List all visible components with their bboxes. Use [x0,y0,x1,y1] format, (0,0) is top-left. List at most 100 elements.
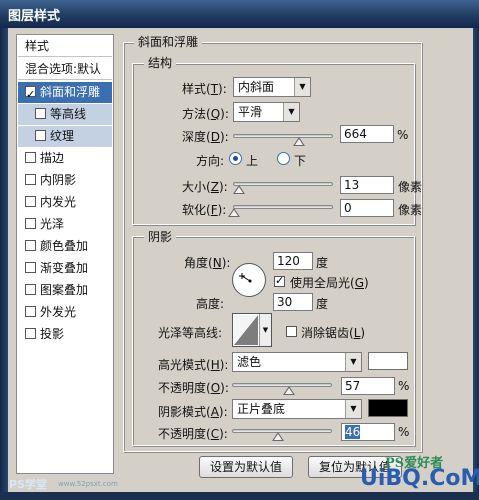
angle-unit: 度 [316,256,329,270]
watermark-url: www.52psxt.com [58,480,118,488]
highlight-opacity-slider-thumb[interactable] [282,386,295,395]
soften-input[interactable]: 0 [340,199,394,217]
contour-checkbox[interactable] [35,108,46,119]
technique-select[interactable]: 平滑 ▼ [233,102,300,122]
technique-value: 平滑 [238,105,263,119]
layer-style-dialog: 样式 混合选项:默认 斜面和浮雕 等高线 纹理 描边 内阴影 内发光 光泽 颜色… [8,28,473,492]
shadow-mode-accesskey: A [210,405,219,419]
size-slider[interactable] [232,182,333,194]
shadow-opacity-value: 46 [345,425,361,439]
sidebar-item-label: 内发光 [40,195,77,209]
direction-up-radio[interactable] [229,152,242,165]
chevron-down-icon[interactable]: ▼ [345,400,361,418]
global-light-accesskey: G [354,276,365,290]
highlight-opacity-label-text: 不透明度 [158,381,207,395]
chevron-down-icon[interactable]: ▼ [283,103,299,121]
sidebar-item-inner-glow[interactable]: 内发光 [18,192,112,213]
anti-alias-label: 消除锯齿(L) [301,326,366,340]
gradient-overlay-checkbox[interactable] [25,262,36,273]
shadow-opacity-slider[interactable] [232,429,332,441]
shadow-opacity-slider-thumb[interactable] [272,432,285,441]
texture-checkbox[interactable] [35,130,46,141]
shadow-opacity-label-text: 不透明度 [158,427,207,441]
shadow-mode-select[interactable]: 正片叠底 ▼ [232,399,362,419]
chevron-down-icon[interactable]: ▼ [345,353,361,371]
shadow-opacity-accesskey: C [210,427,220,441]
window-title: 图层样式 [8,9,61,24]
depth-slider-thumb[interactable] [292,137,305,146]
soften-accesskey: F [210,203,218,217]
technique-label-text: 方法 [182,107,207,121]
inner-glow-checkbox[interactable] [25,196,36,207]
highlight-mode-select[interactable]: 滤色 ▼ [232,352,362,372]
blending-options-item[interactable]: 混合选项:默认 [18,59,112,80]
depth-unit: % [397,128,409,142]
angle-input[interactable]: 120 [273,252,313,270]
drop-shadow-checkbox[interactable] [25,328,36,339]
sidebar-item-drop-shadow[interactable]: 投影 [18,324,112,345]
global-light-checkbox[interactable] [274,274,285,287]
soften-label: 软化(F): [182,203,227,217]
gloss-contour-picker[interactable]: ▼ [232,313,272,347]
depth-input[interactable]: 664 [340,125,394,143]
size-slider-thumb[interactable] [232,185,245,194]
window-border-right [473,28,479,500]
shadow-mode-value: 正片叠底 [237,402,286,416]
global-light-label-text: 使用全局光 [290,276,351,290]
technique-label: 方法(Q): [182,107,229,121]
style-accesskey: T [210,82,219,96]
sidebar-item-stroke[interactable]: 描边 [18,148,112,169]
angle-dial[interactable] [232,263,266,297]
sidebar-item-gradient-overlay[interactable]: 渐变叠加 [18,258,112,279]
direction-up-label: 上 [246,154,259,168]
color-overlay-checkbox[interactable] [25,240,36,251]
soften-label-text: 软化 [182,203,207,217]
angle-dial-crosshair-icon [239,273,252,283]
altitude-label: 高度: [196,297,225,311]
sidebar-item-inner-shadow[interactable]: 内阴影 [18,170,112,191]
soften-unit: 像素 [398,203,423,217]
altitude-unit: 度 [316,297,329,311]
highlight-opacity-unit: % [398,379,410,393]
anti-alias-label-text: 消除锯齿 [301,326,350,340]
highlight-opacity-input[interactable]: 57 [341,377,395,395]
sidebar-item-bevel-emboss[interactable]: 斜面和浮雕 [18,82,112,105]
styles-list-header[interactable]: 样式 [18,36,112,57]
sidebar-item-texture[interactable]: 纹理 [18,126,112,147]
make-default-button[interactable]: 设置为默认值 [199,456,293,478]
sidebar-item-contour[interactable]: 等高线 [18,104,112,125]
highlight-opacity-label: 不透明度(O): [158,381,229,395]
sidebar-item-outer-glow[interactable]: 外发光 [18,302,112,323]
soften-slider[interactable] [228,205,333,217]
sidebar-item-satin[interactable]: 光泽 [18,214,112,235]
inner-shadow-checkbox[interactable] [25,174,36,185]
gloss-contour-label: 光泽等高线: [158,326,223,340]
depth-label-text: 深度 [182,130,207,144]
style-select[interactable]: 内斜面 ▼ [233,77,311,97]
shadow-opacity-input[interactable]: 46 [341,423,395,441]
highlight-color-swatch[interactable] [368,352,408,370]
bevel-emboss-checkbox[interactable] [25,84,36,105]
shadow-mode-label: 阴影模式(A): [158,405,228,419]
chevron-down-icon[interactable]: ▼ [259,314,271,346]
soften-slider-thumb[interactable] [228,208,240,217]
shadow-color-swatch[interactable] [368,399,408,417]
highlight-opacity-slider[interactable] [232,383,332,395]
outer-glow-checkbox[interactable] [25,306,36,317]
stroke-checkbox[interactable] [25,152,36,163]
direction-down-radio[interactable] [277,152,290,165]
size-unit: 像素 [398,180,423,194]
satin-checkbox[interactable] [25,218,36,229]
pattern-overlay-checkbox[interactable] [25,284,36,295]
sidebar-item-pattern-overlay[interactable]: 图案叠加 [18,280,112,301]
sidebar-item-color-overlay[interactable]: 颜色叠加 [18,236,112,257]
bevel-emboss-title: 斜面和浮雕 [134,33,203,50]
sidebar-item-label: 图案叠加 [40,283,89,297]
size-input[interactable]: 13 [340,176,394,194]
depth-slider[interactable] [233,134,333,146]
sidebar-item-label: 纹理 [50,129,75,143]
title-bar[interactable]: 图层样式 [0,0,479,28]
altitude-input[interactable]: 30 [273,293,313,311]
anti-alias-checkbox[interactable] [286,326,297,337]
chevron-down-icon[interactable]: ▼ [294,78,310,96]
